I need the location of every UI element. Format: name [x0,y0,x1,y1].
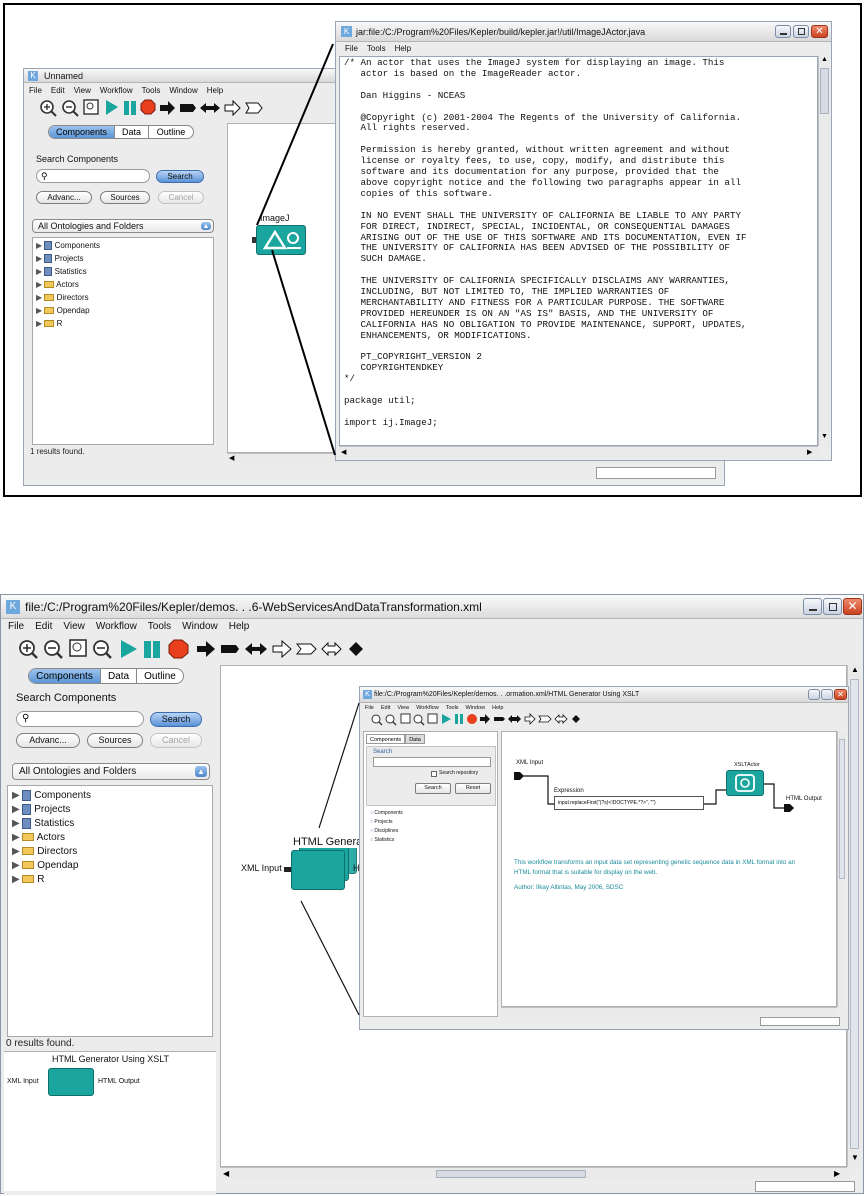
callout-lines [256,43,336,456]
top-figure: K Unnamed File Edit View Workflow Tools Windo… [0,0,865,500]
main-window: K file:/C:/Program%20Files/Kepler/demos.… [0,594,864,1195]
bottom-callout-lines [300,702,360,1016]
